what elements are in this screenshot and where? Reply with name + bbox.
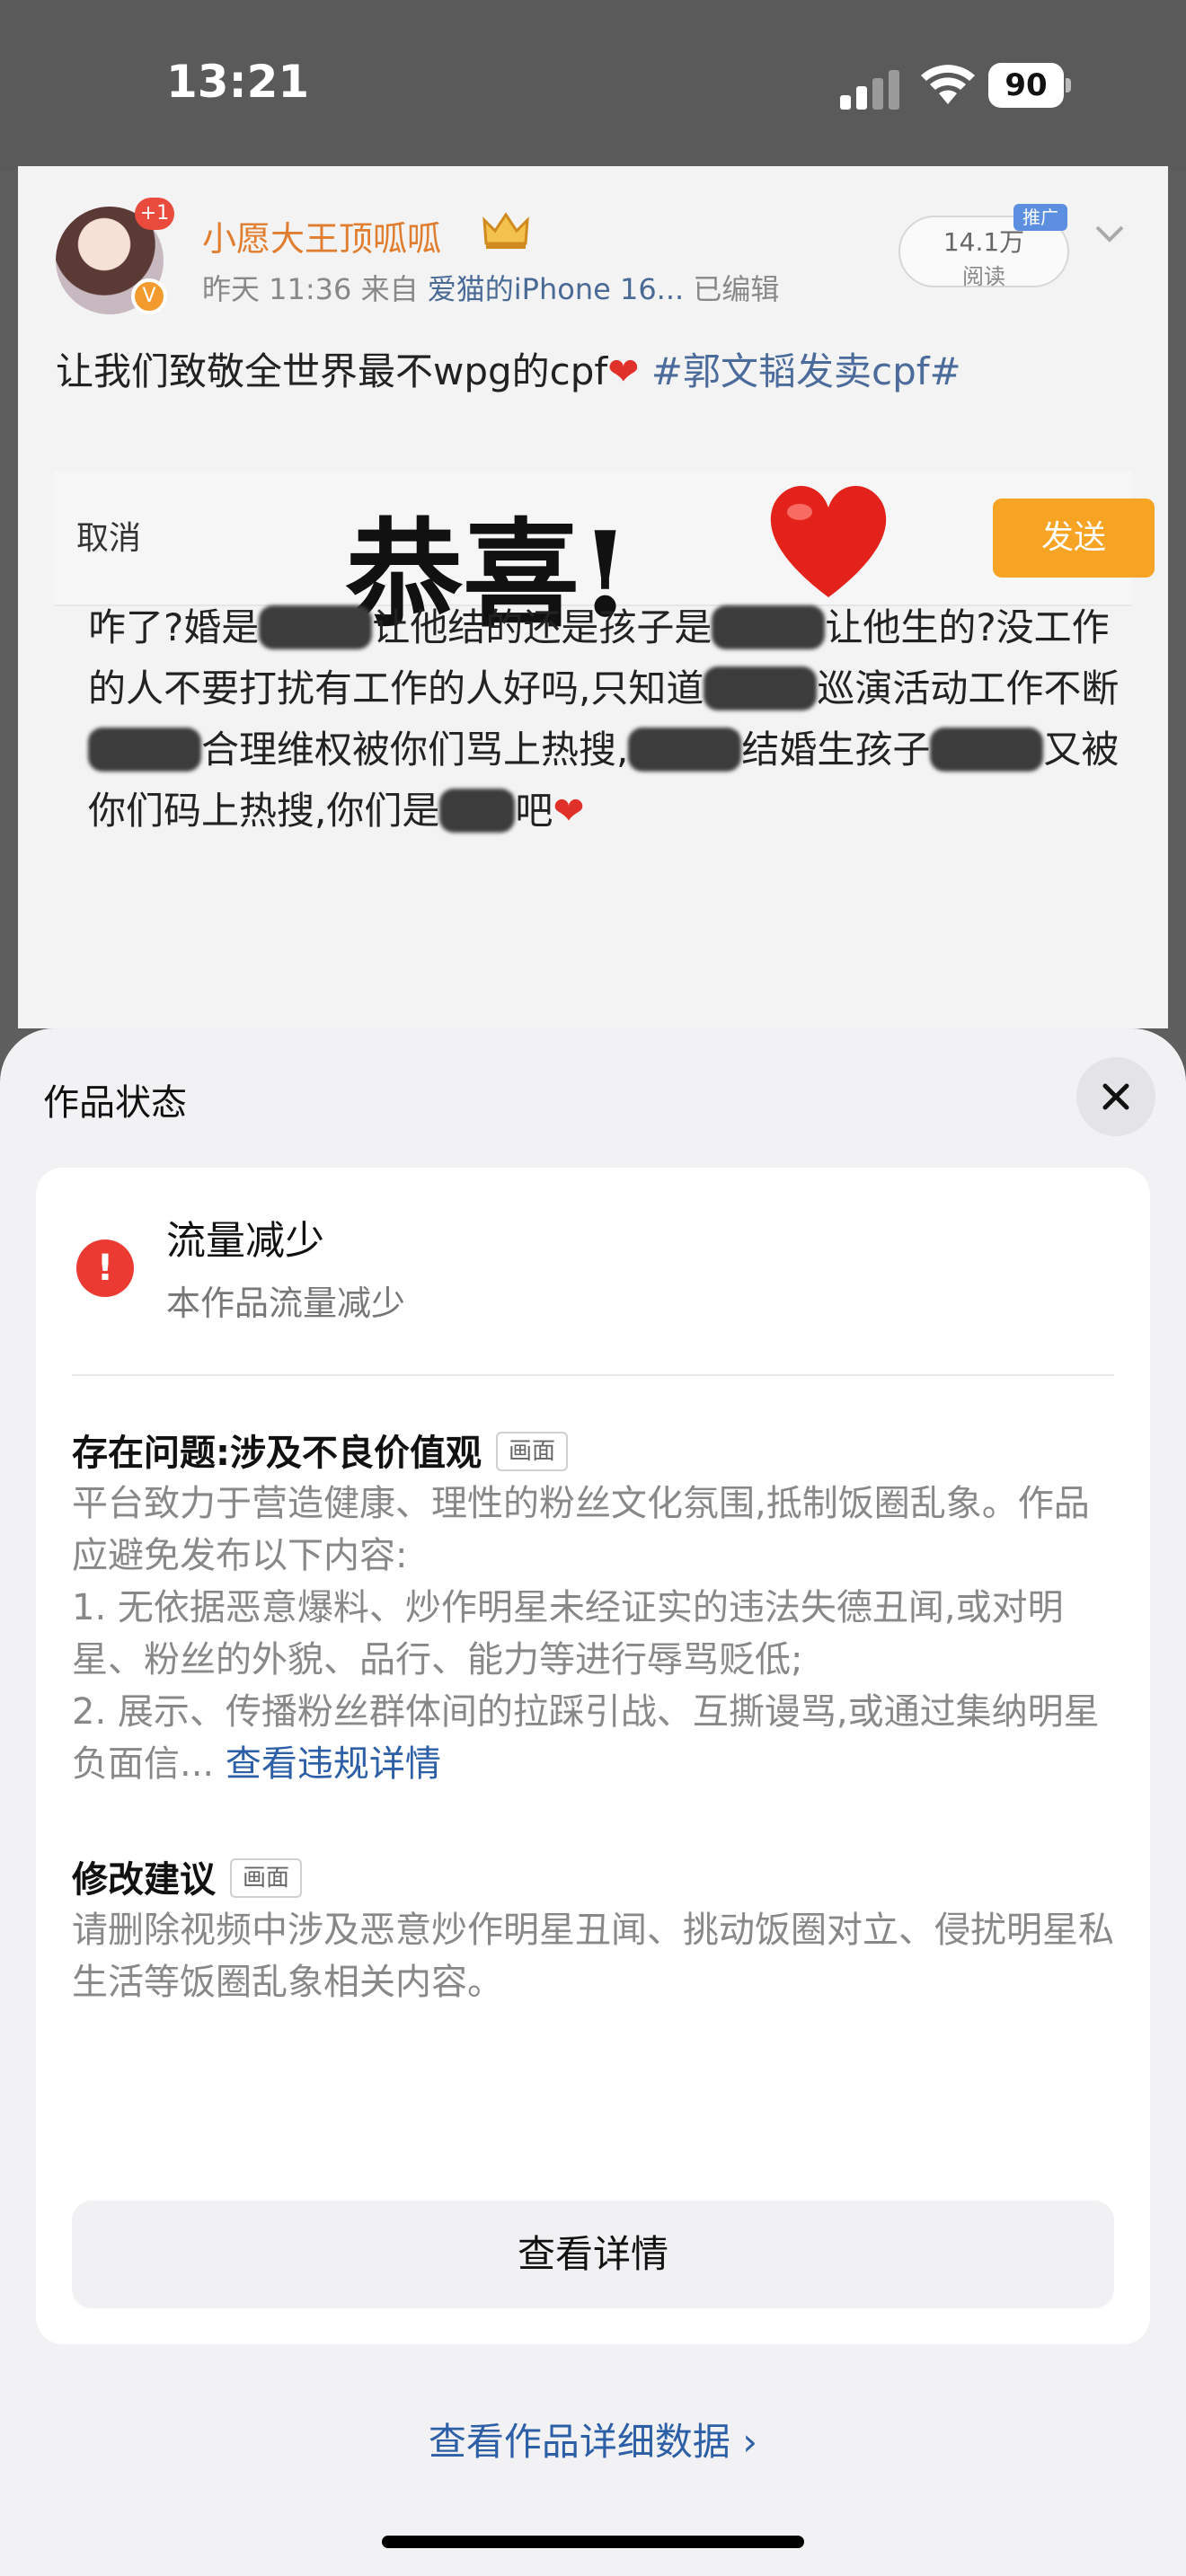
post-time: 昨天 11:36 [202, 272, 352, 306]
post-author[interactable]: 小愿大王顶呱呱 [202, 211, 441, 260]
reads-label: 阅读 [962, 264, 1005, 289]
crown-icon [482, 212, 529, 249]
chevron-down-icon[interactable] [1092, 220, 1128, 247]
signal-icon [840, 70, 899, 110]
suggest-frame-tag: 画面 [230, 1858, 303, 1898]
post-preview: +1 V 小愿大王顶呱呱 昨天 11:36 来自 爱猫的iPhone 16...… [18, 166, 1168, 1028]
redacted-name: 蒲熠星 [712, 605, 826, 649]
post-title-text: 让我们致敬全世界最不wpg的cpf [56, 349, 608, 393]
home-indicator[interactable] [382, 2536, 804, 2548]
close-button[interactable] [1076, 1057, 1155, 1136]
alert-icon: ! [76, 1239, 134, 1297]
redacted-name: 蒲熠星 [930, 728, 1044, 772]
heart-emoji-icon: ❤ [553, 789, 585, 833]
close-icon [1102, 1083, 1129, 1110]
post-meta: 昨天 11:36 来自 爱猫的iPhone 16... 已编辑 [202, 267, 779, 308]
redacted-name: 蒲熠星 [88, 728, 202, 772]
status-title: 流量减少 [166, 1218, 324, 1264]
cancel-button[interactable]: 取消 [76, 512, 141, 559]
redacted-name: 蒲熠星 [704, 666, 818, 710]
promo-tag: 推广 [1013, 204, 1067, 231]
avatar-badge: +1 [135, 198, 174, 230]
redacted-word: 傻逼 [439, 789, 516, 833]
post-title: 让我们致敬全世界最不wpg的cpf❤ #郭文韬发卖cpf# [56, 341, 961, 396]
redacted-name: 郭文韬 [628, 728, 742, 772]
issue-heading: 存在问题:涉及不良价值观 画面 [72, 1424, 569, 1476]
battery-icon: 90 [988, 63, 1071, 108]
divider [72, 1374, 1114, 1376]
view-details-button[interactable]: 查看详情 [72, 2201, 1114, 2308]
post-source[interactable]: 爱猫的iPhone 16... [428, 272, 684, 306]
status-time: 13:21 [166, 56, 310, 108]
verified-badge: V [131, 278, 167, 314]
issue-intro: 平台致力于营造健康、理性的粉丝文化氛围,抵制饭圈乱象。作品应避免发布以下内容: [72, 1483, 1090, 1576]
body-text: 咋了?婚是 [88, 605, 260, 649]
redacted-name: 蒲熠星 [259, 605, 373, 649]
status-bar: 13:21 90 [0, 0, 1186, 171]
status-description: 本作品流量减少 [166, 1284, 406, 1323]
heart-emoji-icon: ❤ [607, 349, 640, 393]
post-hashtag[interactable]: #郭文韬发卖cpf# [651, 349, 961, 393]
suggest-heading: 修改建议 画面 [72, 1850, 303, 1902]
post-body: 咋了?婚是蒲熠星让他结的还是孩子是蒲熠星让他生的?没工作的人不要打扰有工作的人好… [88, 597, 1130, 842]
reply-bar: 取消 恭喜! 发送 [54, 472, 1155, 643]
body-text: 巡演活动工作不断 [817, 666, 1120, 710]
work-status-sheet: 作品状态 ! 流量减少 本作品流量减少 存在问题:涉及不良价值观 画面 平台致力于… [0, 1028, 1186, 2576]
view-violation-link[interactable]: 查看违规详情 [226, 1743, 441, 1785]
issue-text: 平台致力于营造健康、理性的粉丝文化氛围,抵制饭圈乱象。作品应避免发布以下内容: … [72, 1478, 1123, 1790]
issue-item: 1. 无依据恶意爆料、炒作明星未经证实的违法失德丑闻,或对明星、粉丝的外貌、品行… [72, 1587, 1064, 1681]
issue-heading-text: 存在问题:涉及不良价值观 [72, 1433, 482, 1474]
suggest-heading-text: 修改建议 [72, 1859, 216, 1901]
view-work-data-link[interactable]: 查看作品详细数据 › [0, 2412, 1186, 2466]
body-text: 结婚生孩子 [741, 728, 931, 772]
body-text: 让他结的还是孩子是 [372, 605, 712, 649]
post-edited: 已编辑 [693, 272, 780, 306]
body-text: 合理维权被你们骂上热搜, [201, 728, 629, 772]
send-button[interactable]: 发送 [993, 498, 1155, 578]
sheet-title: 作品状态 [43, 1082, 187, 1124]
battery-level: 90 [1005, 67, 1048, 103]
post-from: 来自 [360, 272, 419, 306]
wifi-icon [921, 65, 975, 104]
status-card: ! 流量减少 本作品流量减少 存在问题:涉及不良价值观 画面 平台致力于营造健康、… [36, 1168, 1150, 2344]
heart-icon [770, 486, 887, 597]
body-text: 吧 [515, 789, 553, 833]
issue-frame-tag: 画面 [496, 1432, 569, 1471]
suggest-text: 请删除视频中涉及恶意炒作明星丑闻、挑动饭圈对立、侵扰明星私生活等饭圈乱象相关内容… [72, 1910, 1114, 2003]
